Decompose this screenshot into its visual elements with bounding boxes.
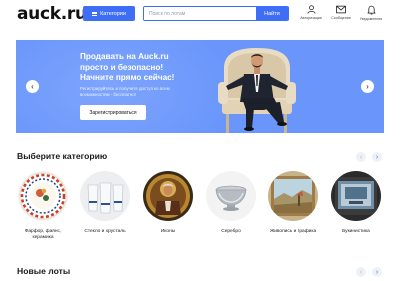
messages-link[interactable]: Сообщения	[327, 5, 355, 20]
bell-icon	[366, 5, 376, 15]
new-lots-next-button[interactable]: ›	[372, 267, 382, 277]
banner-next-button[interactable]: ›	[361, 80, 374, 93]
banner-title: Продавать на Auck.ru просто и безопасно!…	[80, 52, 175, 82]
menu-icon	[92, 11, 98, 16]
category-image	[331, 171, 381, 221]
category-icons[interactable]: Иконы	[142, 171, 194, 235]
user-icon	[306, 5, 316, 14]
notifications-link[interactable]: Уведомления	[357, 5, 385, 21]
category-porcelain[interactable]: Фарфор, фаянс, керамика	[17, 171, 69, 241]
promo-banner: Продавать на Auck.ru просто и безопасно!…	[16, 40, 384, 133]
auth-label: Авторизация	[300, 16, 322, 20]
chevron-left-icon: ‹	[359, 153, 363, 161]
chevron-left-icon: ‹	[31, 81, 34, 91]
chevron-right-icon: ›	[375, 153, 379, 161]
category-glass[interactable]: Стекло и хрусталь	[79, 171, 131, 235]
category-image	[80, 171, 130, 221]
category-image	[18, 171, 68, 221]
category-books[interactable]: Букинистика	[330, 171, 382, 235]
category-silver[interactable]: Серебро	[205, 171, 257, 235]
categories-prev-button[interactable]: ‹	[356, 152, 366, 162]
category-label: Букинистика	[342, 229, 370, 234]
category-image	[268, 171, 318, 221]
categories-button[interactable]: Категории	[83, 6, 135, 21]
category-label: Фарфор, фаянс, керамика	[24, 229, 62, 240]
category-label: Стекло и хрусталь	[84, 229, 126, 234]
chevron-right-icon: ›	[375, 268, 379, 276]
categories-button-label: Категории	[100, 10, 126, 17]
search-bar: Найти	[143, 6, 289, 21]
messages-label: Сообщения	[331, 16, 351, 20]
chevron-right-icon: ›	[366, 81, 369, 91]
header: auck.ru Категории Найти Авторизация Сооб…	[0, 0, 400, 32]
logo[interactable]: auck.ru	[17, 4, 87, 24]
search-input[interactable]	[144, 7, 257, 20]
category-image	[206, 171, 256, 221]
notifications-label: Уведомления	[359, 17, 383, 21]
new-lots-section-title: Новые лоты	[17, 266, 71, 276]
categories-section-title: Выберите категорию	[17, 151, 108, 161]
new-lots-prev-button[interactable]: ‹	[356, 267, 366, 277]
auth-link[interactable]: Авторизация	[297, 5, 325, 20]
category-image	[143, 171, 193, 221]
categories-next-button[interactable]: ›	[372, 152, 382, 162]
search-button[interactable]: Найти	[256, 7, 288, 20]
category-label: Иконы	[160, 229, 176, 234]
banner-subtitle: Регистрируйтесь и получите доступ ко все…	[80, 86, 170, 97]
category-painting[interactable]: Живопись и графика	[267, 171, 319, 235]
chevron-left-icon: ‹	[359, 268, 363, 276]
mail-icon	[336, 5, 346, 14]
category-label: Живопись и графика	[269, 229, 317, 234]
register-button[interactable]: Зарегистрироваться	[80, 105, 146, 120]
category-label: Серебро	[221, 229, 241, 234]
banner-prev-button[interactable]: ‹	[26, 80, 39, 93]
banner-photo	[218, 48, 296, 133]
